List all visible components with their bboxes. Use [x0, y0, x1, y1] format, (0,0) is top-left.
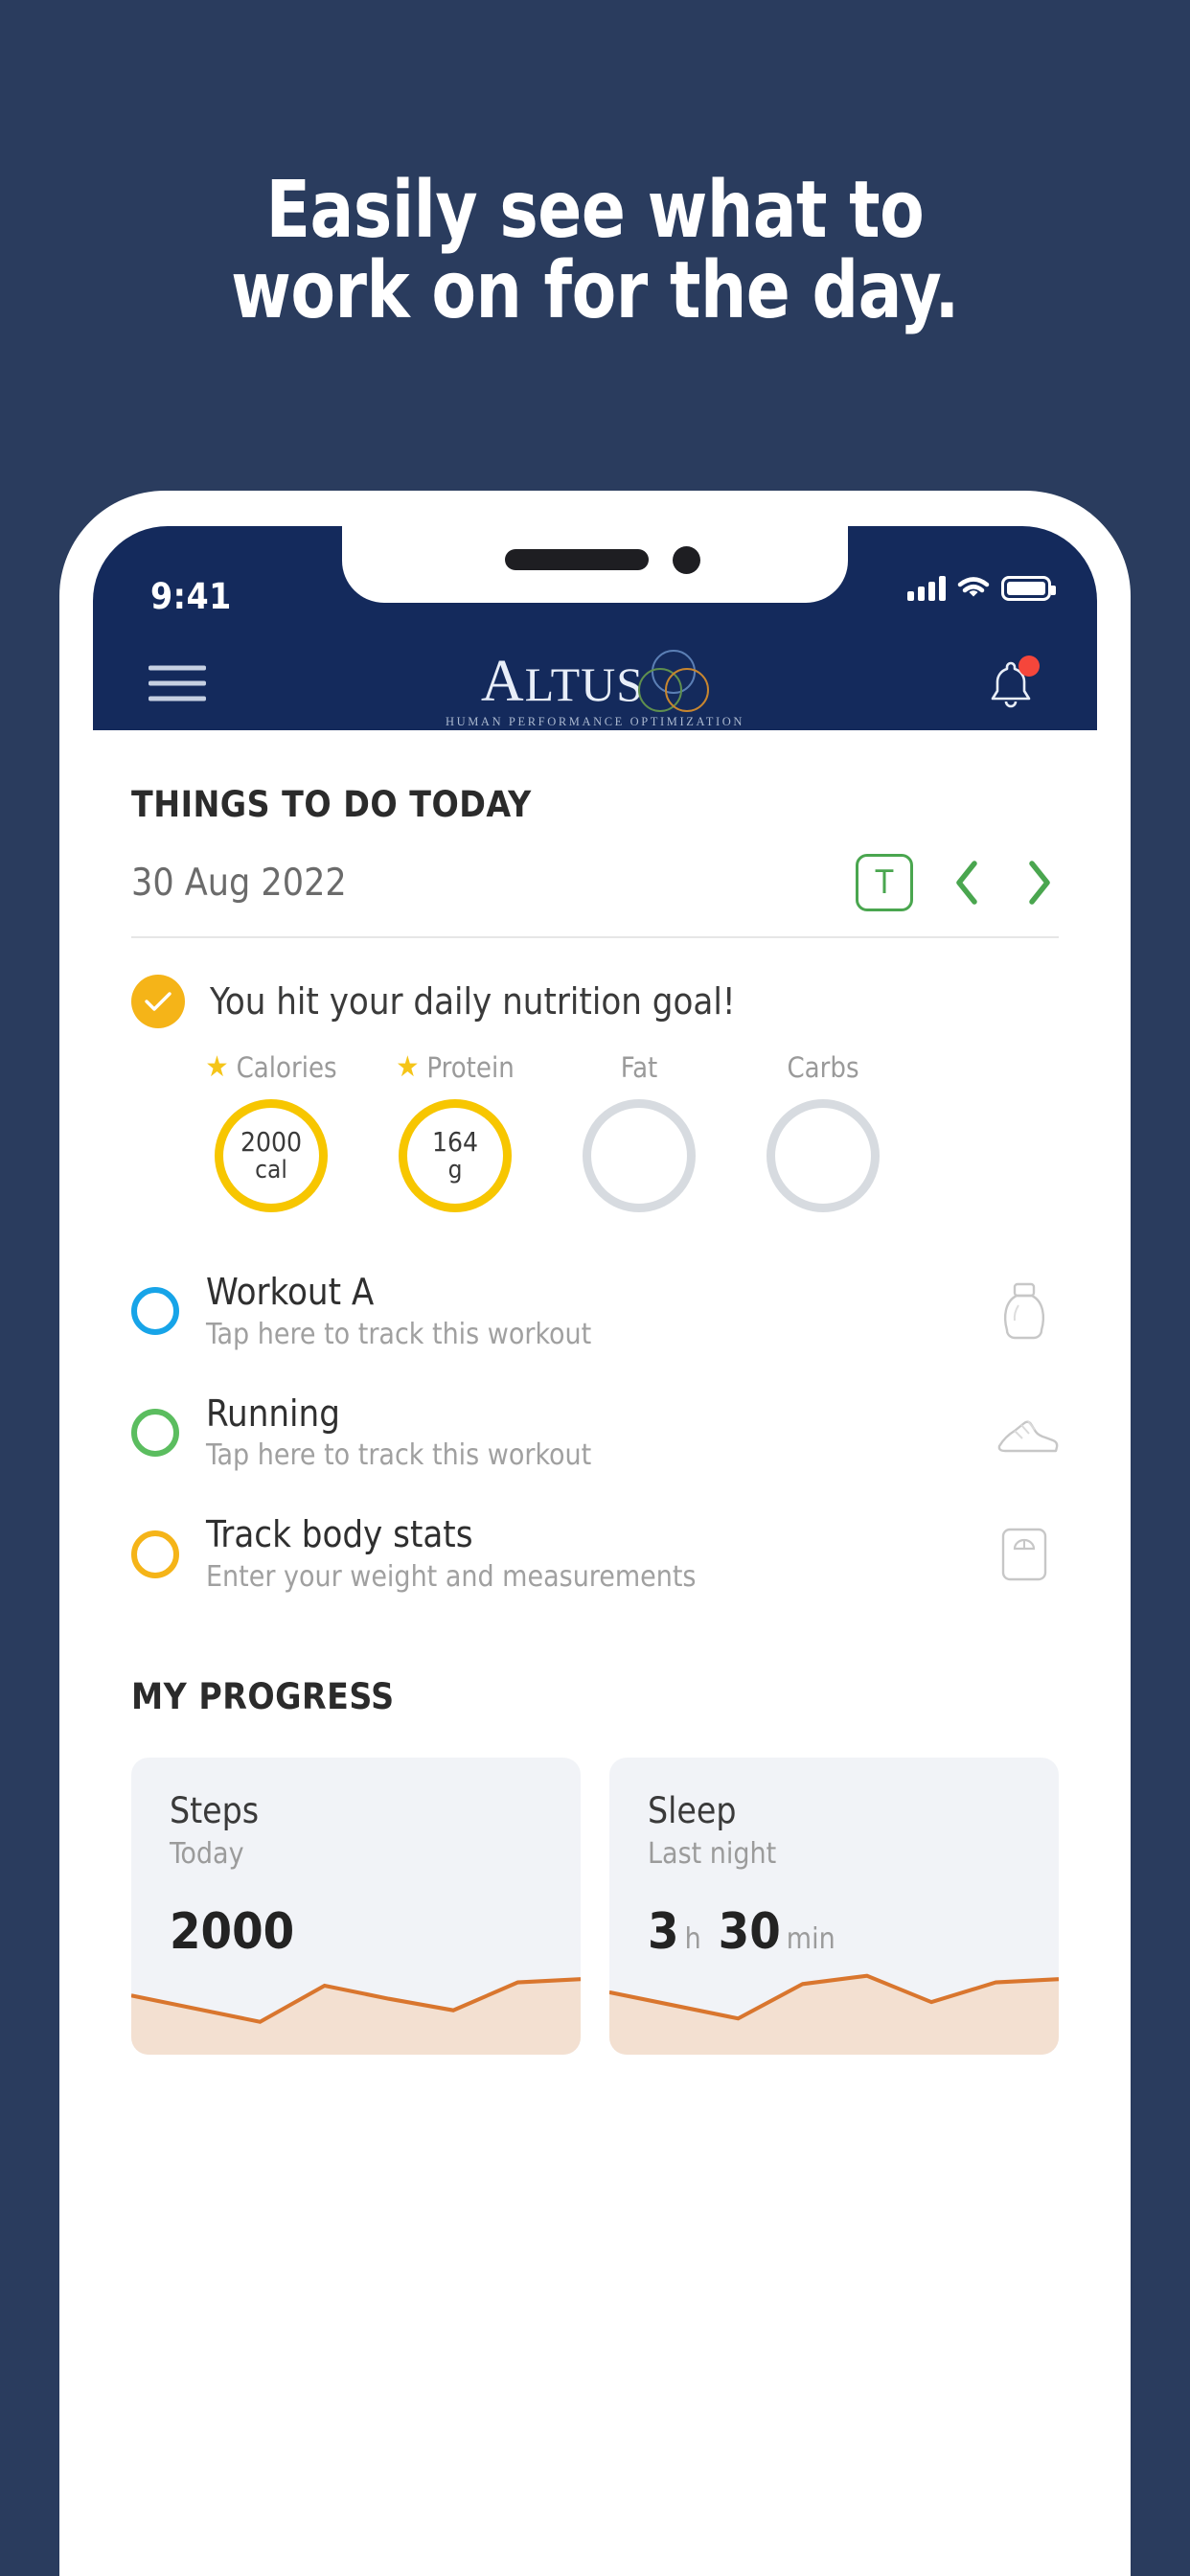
steps-sparkline-chart	[131, 1977, 581, 2056]
app-content: THINGS TO DO TODAY 30 Aug 2022 T You hit…	[93, 730, 1097, 2576]
logo-tagline: HUMAN PERFORMANCE OPTIMIZATION	[445, 715, 745, 728]
task-status-ring[interactable]	[131, 1287, 179, 1336]
macro-ring	[583, 1099, 696, 1212]
status-bar: 9:41	[93, 526, 1097, 636]
macro-label: Fat	[620, 1051, 658, 1084]
date-navigation-row: 30 Aug 2022 T	[131, 854, 1059, 936]
earpiece-speaker-icon	[505, 549, 649, 570]
task-subtitle: Tap here to track this workout	[206, 1317, 592, 1351]
device-notch	[342, 526, 848, 603]
macro-label: Carbs	[787, 1051, 859, 1084]
hamburger-menu-icon[interactable]	[149, 665, 206, 702]
macro-fat[interactable]: Fat	[547, 1049, 731, 1212]
app-header: ALTUS HUMAN PERFORMANCE OPTIMIZATION	[93, 636, 1097, 730]
promo-headline: Easily see what to work on for the day.	[48, 165, 1143, 337]
task-subtitle: Enter your weight and measurements	[206, 1560, 697, 1595]
phone-mockup: 9:41 ALTUS HUMAN PERFORMANCE OPTIMIZATIO…	[59, 491, 1131, 2576]
my-progress-section: MY PROGRESS	[93, 1676, 1097, 1717]
macro-ring: 2000 cal	[215, 1099, 328, 1212]
things-to-do-section: THINGS TO DO TODAY 30 Aug 2022 T	[93, 730, 1097, 936]
nutrition-status-text: You hit your daily nutrition goal!	[210, 980, 736, 1023]
card-title: Steps	[170, 1790, 260, 1832]
macro-value: 164	[431, 1125, 479, 1158]
kettlebell-icon	[1003, 1283, 1045, 1340]
altus-logo[interactable]: ALTUS HUMAN PERFORMANCE OPTIMIZATION	[375, 650, 815, 729]
cellular-bars-icon	[907, 576, 946, 601]
wifi-icon	[957, 577, 990, 597]
current-date-label: 30 Aug 2022	[131, 861, 347, 905]
progress-cards: Steps Today 2000 Sleep Last night 3 h 30…	[93, 1717, 1097, 2056]
macro-carbs[interactable]: Carbs	[731, 1049, 915, 1212]
status-bar-time: 9:41	[150, 576, 232, 617]
card-period: Today	[170, 1837, 244, 1872]
next-day-chevron-icon[interactable]	[1020, 858, 1059, 908]
macro-protein[interactable]: ★ Protein 164 g	[363, 1049, 547, 1212]
task-list: Workout A Tap here to track this workout…	[93, 1251, 1097, 1615]
star-icon: ★	[205, 1050, 229, 1084]
phone-screen: 9:41 ALTUS HUMAN PERFORMANCE OPTIMIZATIO…	[93, 526, 1097, 2576]
task-title: Track body stats	[206, 1513, 473, 1556]
task-row-running[interactable]: Running Tap here to track this workout	[93, 1372, 1097, 1494]
check-circle-icon	[131, 975, 185, 1028]
section-title-things-to-do: THINGS TO DO TODAY	[131, 784, 532, 825]
macro-label: Protein	[426, 1051, 515, 1084]
today-button[interactable]: T	[856, 854, 913, 911]
progress-card-steps[interactable]: Steps Today 2000	[131, 1758, 581, 2056]
task-status-ring[interactable]	[131, 1530, 179, 1578]
task-title: Running	[206, 1392, 340, 1435]
progress-card-sleep[interactable]: Sleep Last night 3 h 30 min	[609, 1758, 1059, 2056]
task-row-workout-a[interactable]: Workout A Tap here to track this workout	[93, 1251, 1097, 1372]
weight-scale-icon	[1001, 1528, 1047, 1580]
macro-value: 2000	[240, 1125, 303, 1158]
card-period: Last night	[648, 1837, 777, 1872]
task-row-body-stats[interactable]: Track body stats Enter your weight and m…	[93, 1493, 1097, 1615]
previous-day-chevron-icon[interactable]	[948, 858, 986, 908]
card-title: Sleep	[648, 1790, 737, 1832]
macro-calories[interactable]: ★ Calories 2000 cal	[179, 1049, 363, 1212]
task-subtitle: Tap here to track this workout	[206, 1438, 592, 1473]
logo-wordmark: ALTUS	[480, 649, 645, 714]
task-status-ring[interactable]	[131, 1409, 179, 1458]
macro-label: Calories	[236, 1051, 337, 1084]
section-title-my-progress: MY PROGRESS	[131, 1676, 395, 1718]
altus-circles-icon	[638, 650, 710, 713]
nutrition-summary[interactable]: You hit your daily nutrition goal! ★ Calo…	[93, 938, 1097, 1212]
macro-ring: 164 g	[399, 1099, 512, 1212]
front-camera-icon	[673, 546, 700, 574]
notification-badge	[1018, 656, 1040, 677]
headline-line-2: work on for the day.	[231, 245, 959, 337]
macro-unit: g	[447, 1156, 463, 1185]
macro-unit: cal	[255, 1156, 287, 1185]
battery-full-icon	[1001, 576, 1056, 601]
notification-bell-icon[interactable]	[984, 656, 1040, 711]
macro-rings-row: ★ Calories 2000 cal ★ Protein 164 g Fat …	[131, 1049, 1059, 1212]
task-title: Workout A	[206, 1271, 375, 1313]
running-shoe-icon	[997, 1420, 1059, 1453]
headline-line-1: Easily see what to	[265, 165, 925, 256]
status-bar-icons	[907, 576, 1056, 601]
star-icon: ★	[396, 1050, 420, 1084]
sleep-sparkline-chart	[609, 1973, 1059, 2056]
macro-ring	[767, 1099, 880, 1212]
